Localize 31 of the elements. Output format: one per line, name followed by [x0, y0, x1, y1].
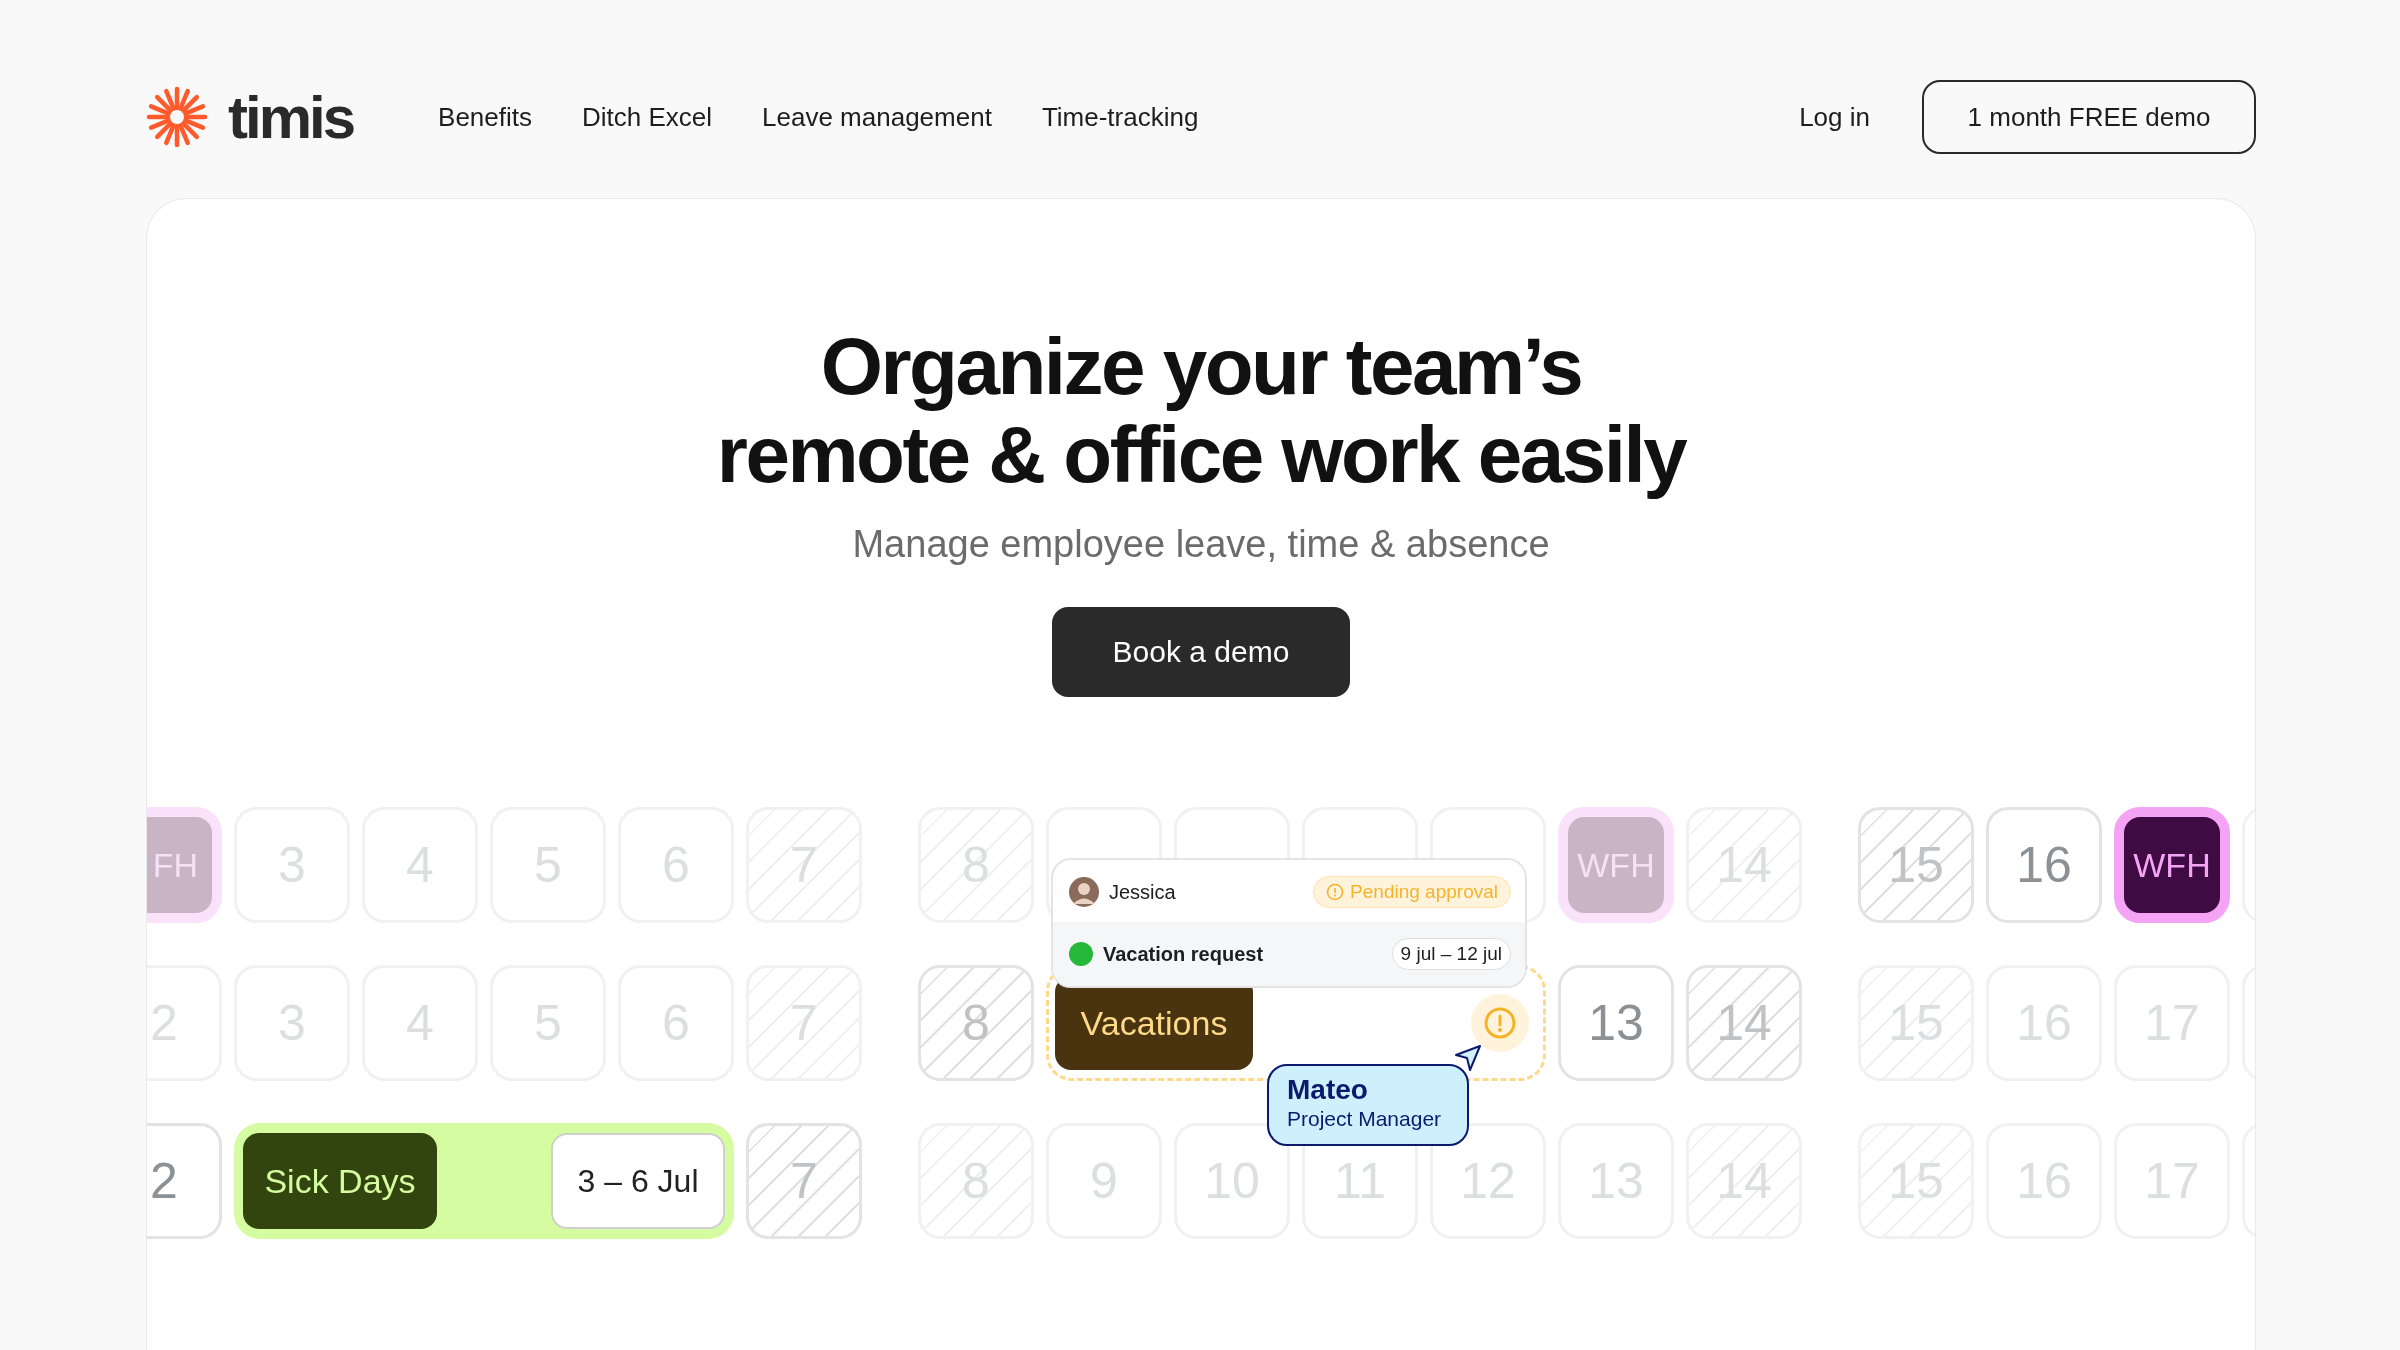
demo-button[interactable]: 1 month FREE demo — [1922, 80, 2256, 154]
avatar-icon — [1069, 877, 1099, 907]
book-demo-button[interactable]: Book a demo — [1052, 607, 1350, 697]
nav-link[interactable]: Benefits — [438, 101, 532, 133]
status-text: Pending approval — [1350, 881, 1498, 903]
calendar-day: 7 — [746, 1123, 862, 1239]
request-type: Vacation request — [1103, 942, 1264, 966]
cursor-arrow-icon — [1453, 1043, 1483, 1073]
alert-icon — [1471, 994, 1529, 1052]
date-range: 3 – 6 Jul — [551, 1133, 725, 1229]
user-name: Mateo — [1287, 1074, 1369, 1106]
calendar-day: 14 — [1686, 965, 1802, 1081]
logo-wordmark[interactable]: timis — [228, 82, 354, 152]
hero-title: Organize your team’s remote & office work easily — [716, 323, 1686, 499]
sunburst-logo-icon — [146, 86, 208, 148]
date-range: 9 jul – 12 jul — [1391, 938, 1511, 970]
wfh-tile: WFH — [2114, 807, 2230, 923]
hero-subtitle: Manage employee leave, time & absence — [852, 523, 1550, 566]
calendar-day: 8 — [918, 965, 1034, 1081]
sick-days-label: Sick Days — [243, 1133, 437, 1229]
nav-link[interactable]: Ditch Excel — [582, 101, 713, 133]
calendar-day: 16 — [1986, 807, 2102, 923]
person-name: Jessica — [1109, 880, 1176, 904]
nav-link[interactable]: Time-tracking — [1041, 101, 1199, 133]
calendar-day: 2 — [147, 1123, 222, 1239]
nav-link[interactable]: Leave management — [762, 101, 992, 133]
calendar-day: 13 — [1558, 965, 1674, 1081]
calendar-day: 15 — [1858, 807, 1974, 923]
status-dot — [1069, 942, 1093, 966]
warning-icon — [1326, 883, 1345, 901]
login-link[interactable]: Log in — [1799, 101, 1870, 133]
